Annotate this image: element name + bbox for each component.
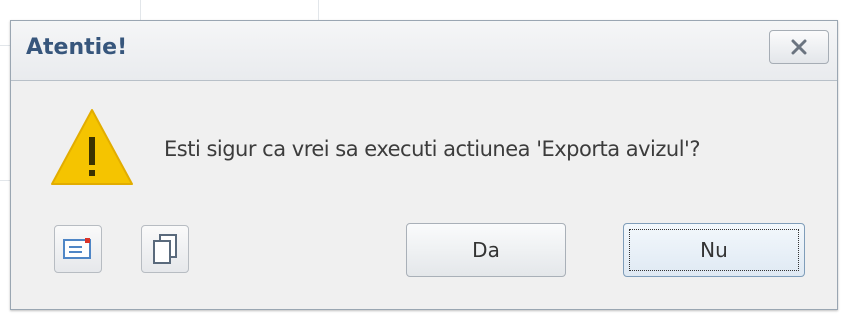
no-button[interactable]: Nu — [623, 223, 805, 277]
warning-icon — [51, 109, 133, 185]
yes-button[interactable]: Da — [406, 223, 566, 277]
dialog-titlebar: Atentie! — [11, 21, 837, 81]
dialog-body: Esti sigur ca vrei sa executi actiunea '… — [11, 81, 837, 309]
background-gridline — [318, 0, 319, 22]
confirmation-dialog: Atentie! Esti sigur ca vrei sa executi a… — [10, 20, 838, 310]
copy-icon — [153, 234, 177, 264]
no-button-label: Nu — [700, 238, 728, 262]
background-gridline — [140, 0, 141, 22]
background-gridline — [0, 180, 10, 181]
copy-button[interactable] — [141, 225, 189, 273]
dialog-message: Esti sigur ca vrei sa executi actiunea '… — [164, 137, 700, 161]
close-icon — [791, 39, 807, 55]
email-button[interactable] — [54, 225, 102, 273]
email-icon — [63, 238, 91, 259]
background-gridline — [0, 45, 10, 46]
dialog-title: Atentie! — [26, 35, 128, 60]
close-button[interactable] — [769, 30, 829, 64]
